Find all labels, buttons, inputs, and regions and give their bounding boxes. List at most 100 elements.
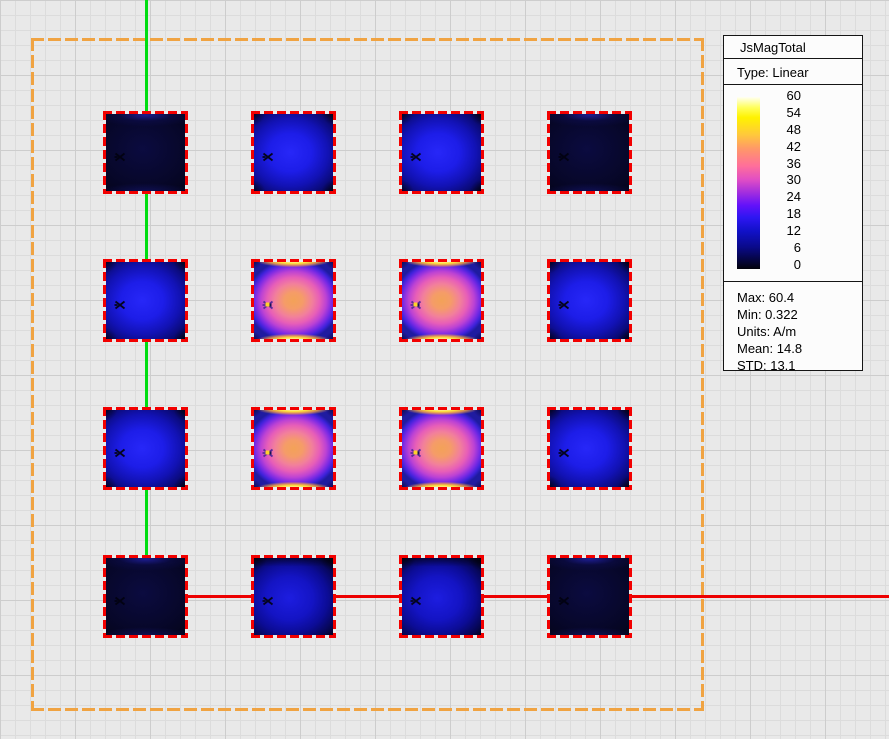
patch-border	[481, 259, 484, 342]
patch-r2c2[interactable]	[251, 259, 336, 342]
patch-border	[103, 111, 188, 114]
patch-r4c3[interactable]	[399, 555, 484, 638]
patch-border	[629, 259, 632, 342]
colorbar-tick: 54	[765, 106, 801, 119]
patch-border	[399, 555, 484, 558]
patch-border	[333, 259, 336, 342]
patch-r3c4[interactable]	[547, 407, 632, 490]
stat-std: STD: 13.1	[737, 357, 862, 374]
colorbar-tick: 60	[765, 89, 801, 102]
patch-border	[103, 259, 106, 342]
patch-border	[547, 339, 632, 342]
patch-border	[547, 111, 632, 114]
feed-point-marker	[410, 298, 423, 311]
patch-border	[629, 407, 632, 490]
feed-point-marker	[114, 594, 127, 607]
patch-border	[547, 635, 632, 638]
feed-point-marker	[262, 298, 275, 311]
patch-border	[333, 111, 336, 194]
patch-r2c3[interactable]	[399, 259, 484, 342]
patch-border	[481, 555, 484, 638]
patch-border	[103, 407, 188, 410]
patch-border	[103, 339, 188, 342]
feed-point-marker	[410, 446, 423, 459]
feed-point-marker	[558, 446, 571, 459]
feed-point-marker	[262, 446, 275, 459]
colorbar-tick: 48	[765, 123, 801, 136]
patch-r1c4[interactable]	[547, 111, 632, 194]
patch-border	[547, 555, 632, 558]
legend-stats: Max: 60.4 Min: 0.322 Units: A/m Mean: 14…	[724, 283, 862, 370]
colorbar-tick: 24	[765, 190, 801, 203]
patch-border	[251, 259, 254, 342]
patch-border	[103, 555, 188, 558]
patch-border	[399, 339, 484, 342]
colorbar-ticks: 60 54 48 42 36 30 24 18 12 6 0	[765, 89, 801, 271]
colorbar-tick: 30	[765, 173, 801, 186]
feed-point-marker	[114, 446, 127, 459]
boundary-edge	[31, 708, 704, 711]
patch-border	[185, 555, 188, 638]
patch-border	[333, 407, 336, 490]
feed-point-marker	[262, 594, 275, 607]
feed-point-marker	[410, 594, 423, 607]
patch-r1c2[interactable]	[251, 111, 336, 194]
boundary-edge	[701, 38, 704, 711]
patch-border	[103, 259, 188, 262]
patch-border	[103, 407, 106, 490]
patch-r1c3[interactable]	[399, 111, 484, 194]
patch-border	[399, 111, 402, 194]
patch-border	[251, 111, 254, 194]
patch-border	[333, 555, 336, 638]
stat-min: Min: 0.322	[737, 306, 862, 323]
patch-border	[547, 407, 632, 410]
patch-border	[251, 259, 336, 262]
patch-r2c4[interactable]	[547, 259, 632, 342]
patch-r3c2[interactable]	[251, 407, 336, 490]
feed-point-marker	[558, 298, 571, 311]
colorbar-tick: 6	[765, 241, 801, 254]
patch-border	[399, 635, 484, 638]
legend-panel[interactable]: JsMagTotal Type: Linear 60 54 48 42 36 3…	[723, 35, 863, 371]
colorbar-tick: 36	[765, 157, 801, 170]
stat-max: Max: 60.4	[737, 289, 862, 306]
patch-r4c2[interactable]	[251, 555, 336, 638]
patch-border	[251, 487, 336, 490]
patch-border	[547, 487, 632, 490]
patch-border	[251, 339, 336, 342]
stat-units: Units: A/m	[737, 323, 862, 340]
patch-border	[103, 111, 106, 194]
patch-border	[629, 111, 632, 194]
patch-border	[251, 407, 336, 410]
patch-r3c1[interactable]	[103, 407, 188, 490]
boundary-edge	[31, 38, 704, 41]
patch-border	[481, 407, 484, 490]
feed-point-marker	[262, 150, 275, 163]
patch-border	[251, 407, 254, 490]
colorbar-tick: 18	[765, 207, 801, 220]
feed-point-marker	[114, 298, 127, 311]
colorbar-tick: 42	[765, 140, 801, 153]
feed-point-marker	[114, 150, 127, 163]
patch-border	[251, 635, 336, 638]
patch-border	[481, 111, 484, 194]
patch-border	[547, 259, 550, 342]
patch-border	[399, 555, 402, 638]
patch-r2c1[interactable]	[103, 259, 188, 342]
patch-border	[103, 635, 188, 638]
patch-border	[399, 191, 484, 194]
patch-border	[185, 407, 188, 490]
patch-border	[399, 407, 402, 490]
plot-canvas[interactable]: JsMagTotal Type: Linear 60 54 48 42 36 3…	[0, 0, 889, 739]
patch-border	[399, 259, 484, 262]
feed-point-marker	[558, 594, 571, 607]
patch-r4c1[interactable]	[103, 555, 188, 638]
patch-r4c4[interactable]	[547, 555, 632, 638]
colorbar-tick: 0	[765, 258, 801, 271]
patch-r1c1[interactable]	[103, 111, 188, 194]
feed-point-marker	[558, 150, 571, 163]
colorbar-gradient	[737, 97, 760, 269]
patch-border	[547, 407, 550, 490]
patch-border	[185, 111, 188, 194]
patch-r3c3[interactable]	[399, 407, 484, 490]
